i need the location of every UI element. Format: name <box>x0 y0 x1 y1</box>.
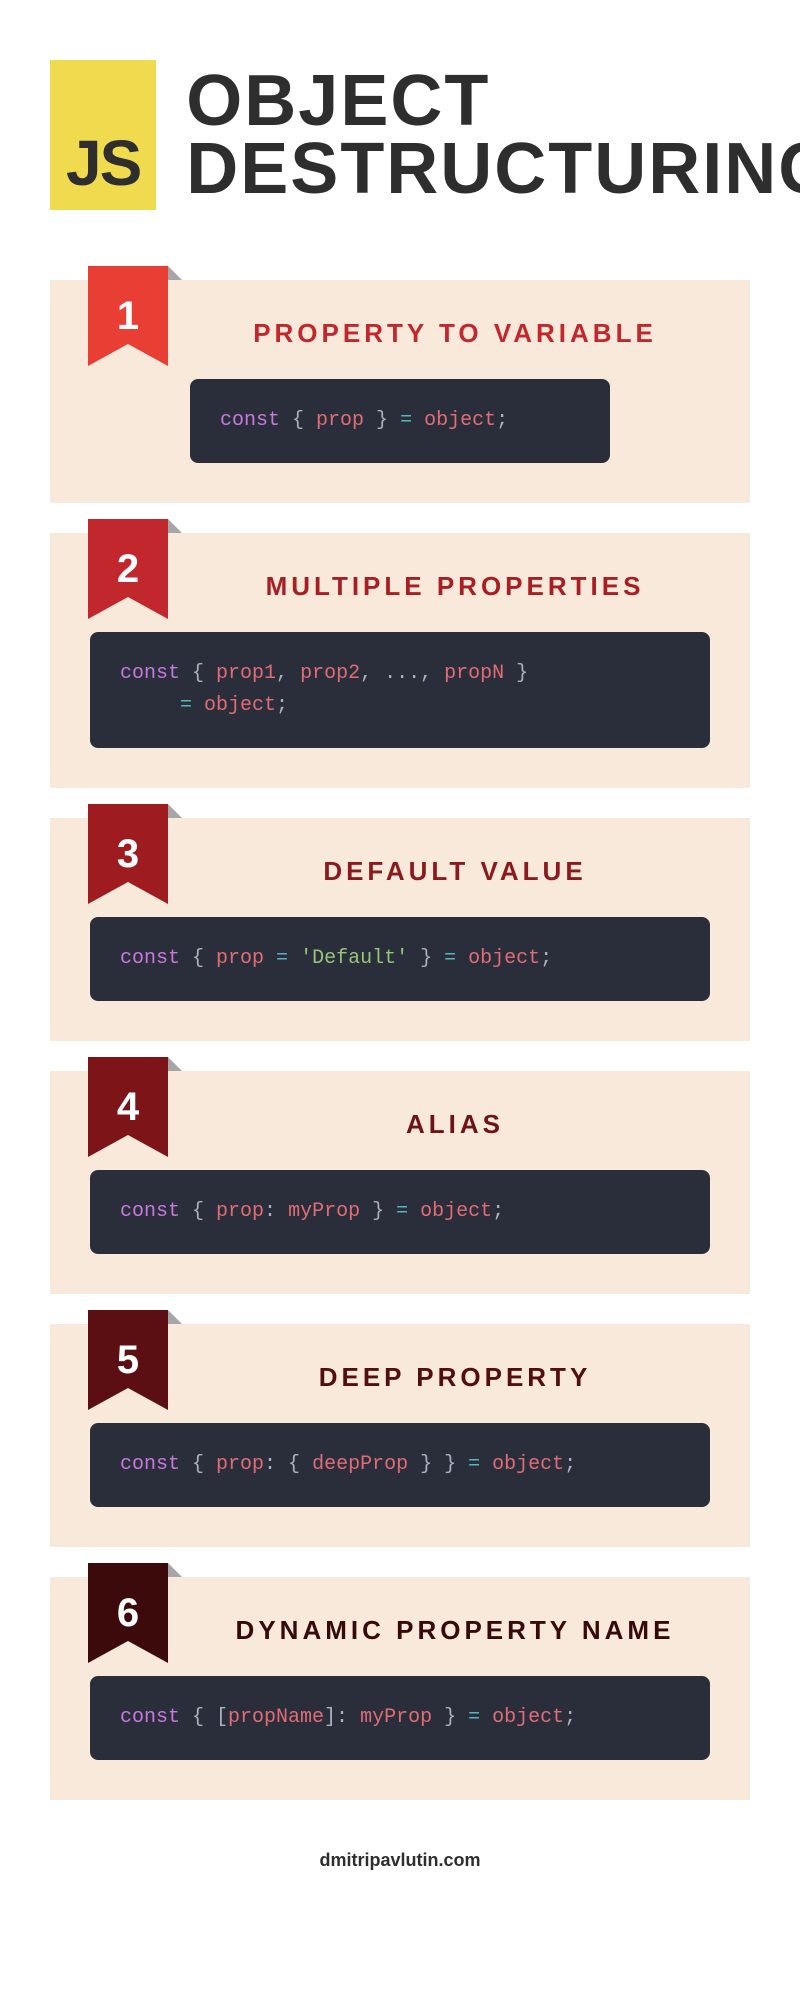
code-token: const <box>220 409 292 432</box>
code-token: 'Default' <box>300 947 408 970</box>
ribbon-fold <box>168 1057 182 1071</box>
code-token: prop <box>316 409 364 432</box>
code-block: const { prop: { deepProp } } = object; <box>90 1423 710 1507</box>
ribbon-wrap: 2 <box>88 519 168 619</box>
code-token: ; <box>564 1706 576 1729</box>
code-token: myProp <box>360 1706 432 1729</box>
section-card: 6DYNAMIC PROPERTY NAMEconst { [propName]… <box>50 1577 750 1800</box>
code-token: deepProp <box>312 1453 408 1476</box>
code-token: { <box>292 409 316 432</box>
code-token: , <box>420 662 444 685</box>
code-token: ; <box>496 409 508 432</box>
code-block: const { prop = 'Default' } = object; <box>90 917 710 1001</box>
section-title: DYNAMIC PROPERTY NAME <box>200 1607 710 1646</box>
code-token: const <box>120 1200 192 1223</box>
code-block: const { prop: myProp } = object; <box>90 1170 710 1254</box>
ribbon-fold <box>168 1310 182 1324</box>
code-token: : <box>264 1200 288 1223</box>
code-token: object <box>424 409 496 432</box>
code-token: ; <box>540 947 552 970</box>
section-title: MULTIPLE PROPERTIES <box>200 563 710 602</box>
code-token: { <box>192 662 216 685</box>
code-token: } <box>360 1200 396 1223</box>
code-token: const <box>120 1453 192 1476</box>
ribbon-number: 2 <box>88 519 168 619</box>
code-token: , <box>276 662 300 685</box>
code-token: } <box>364 409 400 432</box>
code-token: { <box>192 1453 216 1476</box>
code-token: prop <box>216 947 264 970</box>
ribbon-fold <box>168 1563 182 1577</box>
code-token: : { <box>264 1453 312 1476</box>
ribbon-fold <box>168 266 182 280</box>
ribbon-wrap: 5 <box>88 1310 168 1410</box>
ribbon-number: 6 <box>88 1563 168 1663</box>
code-block: const { prop1, prop2, ..., propN } = obje… <box>90 632 710 748</box>
code-token: } <box>432 1706 468 1729</box>
section-title: DEEP PROPERTY <box>200 1354 710 1393</box>
section-card: 1PROPERTY TO VARIABLEconst { prop } = ob… <box>50 280 750 503</box>
code-token: = <box>180 694 204 717</box>
code-token: } <box>504 662 528 685</box>
code-token: = <box>468 1706 492 1729</box>
title-line-1: OBJECT <box>186 67 800 135</box>
code-token: prop1 <box>216 662 276 685</box>
code-token: object <box>420 1200 492 1223</box>
ribbon-fold <box>168 804 182 818</box>
code-token: prop <box>216 1453 264 1476</box>
code-token: { [ <box>192 1706 228 1729</box>
code-block: const { prop } = object; <box>190 379 610 463</box>
code-block: const { [propName]: myProp } = object; <box>90 1676 710 1760</box>
code-token: = <box>400 409 424 432</box>
ribbon-wrap: 3 <box>88 804 168 904</box>
ribbon-number: 3 <box>88 804 168 904</box>
section-card: 4ALIASconst { prop: myProp } = object; <box>50 1071 750 1294</box>
code-token: ; <box>564 1453 576 1476</box>
code-token: ]: <box>324 1706 360 1729</box>
code-token: = <box>444 947 468 970</box>
section-card: 3DEFAULT VALUEconst { prop = 'Default' }… <box>50 818 750 1041</box>
code-token: propName <box>228 1706 324 1729</box>
code-token: { <box>192 947 216 970</box>
ribbon-fold <box>168 519 182 533</box>
ribbon-number: 5 <box>88 1310 168 1410</box>
footer-credit: dmitripavlutin.com <box>0 1850 800 1871</box>
header: JS OBJECT DESTRUCTURING <box>0 0 800 250</box>
title-line-2: DESTRUCTURING <box>186 135 800 203</box>
code-token: propN <box>444 662 504 685</box>
ribbon-number: 1 <box>88 266 168 366</box>
code-token: = <box>396 1200 420 1223</box>
code-token: = <box>264 947 300 970</box>
code-token: } } <box>408 1453 468 1476</box>
ribbon-wrap: 4 <box>88 1057 168 1157</box>
code-token: } <box>408 947 444 970</box>
code-token: object <box>468 947 540 970</box>
ribbon-wrap: 1 <box>88 266 168 366</box>
page-title: OBJECT DESTRUCTURING <box>186 67 800 204</box>
section-title: ALIAS <box>200 1101 710 1140</box>
code-token: ... <box>384 662 420 685</box>
sections-container: 1PROPERTY TO VARIABLEconst { prop } = ob… <box>0 280 800 1800</box>
code-token: const <box>120 947 192 970</box>
code-token: { <box>192 1200 216 1223</box>
code-token: = <box>468 1453 492 1476</box>
section-card: 2MULTIPLE PROPERTIESconst { prop1, prop2… <box>50 533 750 788</box>
section-title: DEFAULT VALUE <box>200 848 710 887</box>
code-token: , <box>360 662 384 685</box>
section-card: 5DEEP PROPERTYconst { prop: { deepProp }… <box>50 1324 750 1547</box>
code-token: object <box>492 1706 564 1729</box>
ribbon-number: 4 <box>88 1057 168 1157</box>
js-logo: JS <box>50 60 156 210</box>
code-token: myProp <box>288 1200 360 1223</box>
code-token: ; <box>492 1200 504 1223</box>
code-token: const <box>120 1706 192 1729</box>
code-token: prop2 <box>300 662 360 685</box>
section-title: PROPERTY TO VARIABLE <box>200 310 710 349</box>
code-token: object <box>492 1453 564 1476</box>
code-token: prop <box>216 1200 264 1223</box>
code-token: object <box>204 694 276 717</box>
code-token: const <box>120 662 192 685</box>
ribbon-wrap: 6 <box>88 1563 168 1663</box>
code-token: ; <box>276 694 288 717</box>
